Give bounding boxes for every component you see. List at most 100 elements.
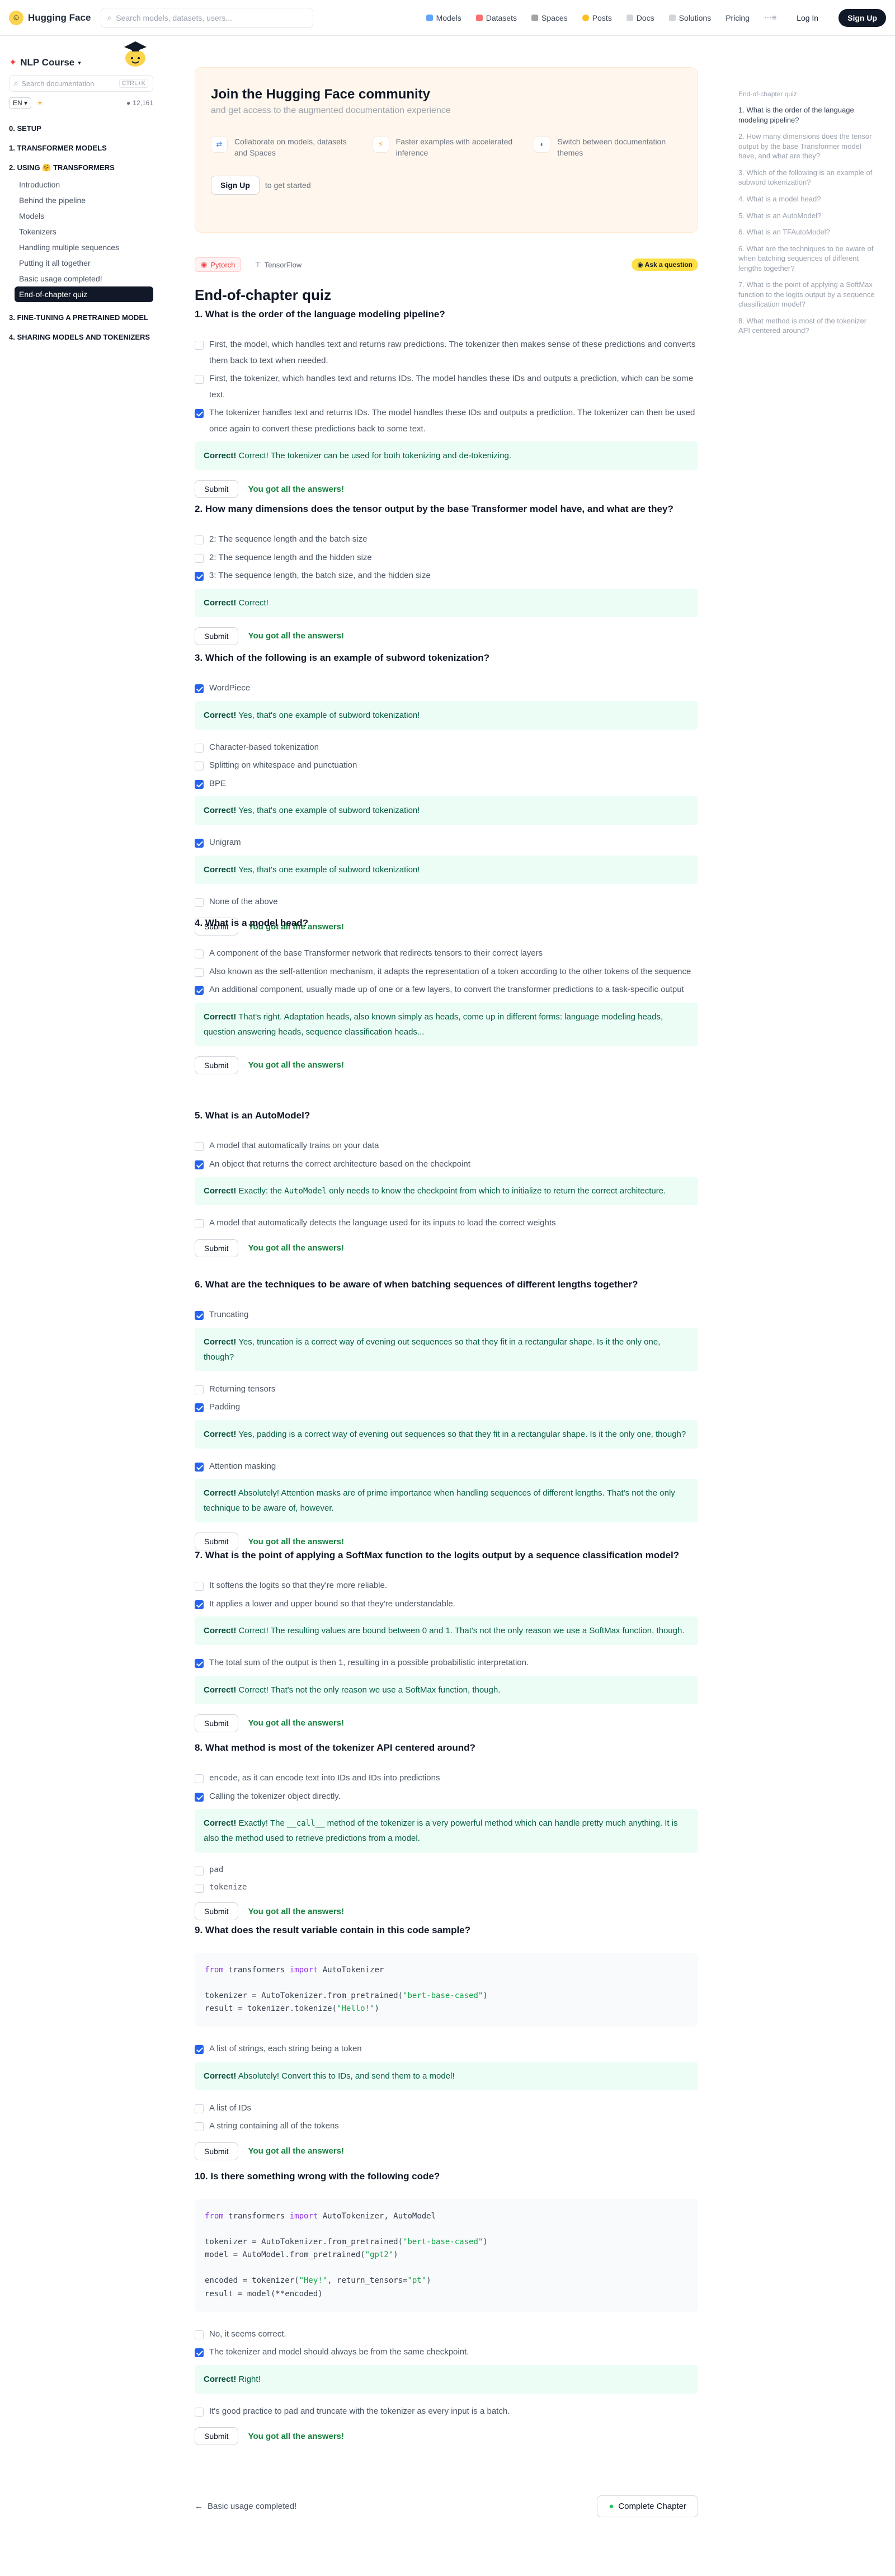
answer-option[interactable]: A component of the base Transformer netw… — [195, 946, 698, 962]
answer-option[interactable]: The total sum of the output is then 1, r… — [195, 1655, 698, 1671]
answer-option[interactable]: An additional component, usually made up… — [195, 982, 698, 998]
checkbox[interactable] — [195, 1867, 204, 1876]
checkbox[interactable] — [195, 1142, 204, 1151]
sidebar-section-transformer-models[interactable]: 1. TRANSFORMER MODELS — [9, 144, 153, 152]
answer-option[interactable]: First, the model, which handles text and… — [195, 337, 698, 369]
nav-docs[interactable]: Docs — [626, 13, 654, 22]
answer-option[interactable]: The tokenizer and model should always be… — [195, 2344, 698, 2361]
signup-button[interactable]: Sign Up — [839, 8, 886, 27]
checkbox[interactable] — [195, 341, 204, 350]
answer-option[interactable]: Also known as the self-attention mechani… — [195, 964, 698, 980]
sidebar-section-sharing[interactable]: 4. SHARING MODELS AND TOKENIZERS — [9, 333, 153, 341]
framework-pytorch-tab[interactable]: ◉ Pytorch — [195, 257, 242, 272]
nav-solutions[interactable]: Solutions — [668, 13, 711, 22]
sidebar-section-using-transformers[interactable]: 2. USING 🤗 TRANSFORMERS — [9, 163, 153, 172]
answer-option[interactable]: tokenize — [195, 1880, 698, 1895]
sidebar-item-quiz[interactable]: End-of-chapter quiz — [15, 286, 153, 302]
checkbox-checked[interactable] — [195, 572, 204, 581]
sidebar-item-tokenizers[interactable]: Tokenizers — [15, 224, 153, 239]
checkbox[interactable] — [195, 535, 204, 544]
toc-item[interactable]: 6. What is an TFAutoModel? — [738, 227, 878, 237]
sidebar-item-basic-usage[interactable]: Basic usage completed! — [15, 271, 153, 286]
submit-button[interactable]: Submit — [195, 2427, 238, 2446]
answer-option[interactable]: A list of IDs — [195, 2100, 698, 2117]
toc-item[interactable]: 8. What method is most of the tokenizer … — [738, 316, 878, 336]
answer-option[interactable]: 3: The sequence length, the batch size, … — [195, 568, 698, 584]
answer-option[interactable]: It applies a lower and upper bound so th… — [195, 1596, 698, 1613]
answer-option[interactable]: 2: The sequence length and the hidden si… — [195, 550, 698, 566]
checkbox-checked[interactable] — [195, 1792, 204, 1802]
submit-button[interactable]: Submit — [195, 2142, 238, 2160]
answer-option[interactable]: An object that returns the correct archi… — [195, 1157, 698, 1173]
toc-item[interactable]: 2. How many dimensions does the tensor o… — [738, 131, 878, 161]
checkbox[interactable] — [195, 2104, 204, 2113]
sidebar-item-putting-together[interactable]: Putting it all together — [15, 255, 153, 271]
submit-button[interactable]: Submit — [195, 1533, 238, 1550]
sidebar-section-setup[interactable]: 0. SETUP — [9, 124, 153, 133]
answer-option[interactable]: Padding — [195, 1399, 698, 1416]
answer-option[interactable]: First, the tokenizer, which handles text… — [195, 371, 698, 403]
checkbox[interactable] — [195, 2330, 204, 2339]
nav-datasets[interactable]: Datasets — [475, 13, 517, 22]
answer-option[interactable]: Returning tensors — [195, 1381, 698, 1398]
ask-question-button[interactable]: ◉ Ask a question — [632, 258, 698, 271]
toc-item[interactable]: 5. What is an AutoModel? — [738, 211, 878, 221]
hf-logo[interactable]: ☺ Hugging Face — [9, 10, 91, 25]
github-link[interactable]: ● 12,161 — [126, 99, 153, 107]
checkbox[interactable] — [195, 1774, 204, 1783]
checkbox-checked[interactable] — [195, 684, 204, 693]
answer-option[interactable]: It softens the logits so that they're mo… — [195, 1578, 698, 1594]
sidebar-item-behind-pipeline[interactable]: Behind the pipeline — [15, 192, 153, 208]
complete-chapter-button[interactable]: ● Complete Chapter — [597, 2495, 698, 2517]
answer-option[interactable]: No, it seems correct. — [195, 2326, 698, 2343]
toc-item[interactable]: 4. What is a model head? — [738, 194, 878, 204]
toc-item[interactable]: 7. What is the point of applying a SoftM… — [738, 280, 878, 309]
answer-option[interactable]: A model that automatically detects the l… — [195, 1215, 698, 1231]
checkbox-checked[interactable] — [195, 1600, 204, 1609]
language-select[interactable]: EN ▾ — [9, 97, 32, 109]
checkbox[interactable] — [195, 967, 204, 977]
answer-option[interactable]: Truncating — [195, 1307, 698, 1323]
checkbox-checked[interactable] — [195, 839, 204, 848]
answer-option[interactable]: 2: The sequence length and the batch siz… — [195, 532, 698, 548]
toc-item[interactable]: 1. What is the order of the language mod… — [738, 105, 878, 125]
checkbox[interactable] — [195, 897, 204, 907]
checkbox[interactable] — [195, 2122, 204, 2132]
checkbox-checked[interactable] — [195, 2045, 204, 2055]
answer-option[interactable]: Unigram — [195, 835, 698, 851]
theme-toggle-icon[interactable]: ☀ — [37, 99, 43, 107]
sidebar-item-models[interactable]: Models — [15, 208, 153, 224]
answer-option[interactable]: A model that automatically trains on you… — [195, 1138, 698, 1154]
toc-item[interactable]: 3. Which of the following is an example … — [738, 168, 878, 187]
checkbox-checked[interactable] — [195, 1160, 204, 1169]
community-signup-button[interactable]: Sign Up — [211, 175, 260, 195]
checkbox[interactable] — [195, 1385, 204, 1394]
submit-button[interactable]: Submit — [195, 627, 238, 645]
checkbox-checked[interactable] — [195, 1462, 204, 1472]
answer-option[interactable]: Character-based tokenization — [195, 740, 698, 756]
checkbox[interactable] — [195, 1219, 204, 1229]
answer-option[interactable]: A string containing all of the tokens — [195, 2118, 698, 2135]
checkbox-checked[interactable] — [195, 1659, 204, 1668]
checkbox[interactable] — [195, 761, 204, 770]
toc-header[interactable]: End-of-chapter quiz — [738, 90, 878, 98]
submit-button[interactable]: Submit — [195, 1902, 238, 1921]
checkbox[interactable] — [195, 949, 204, 958]
checkbox[interactable] — [195, 375, 204, 384]
answer-option[interactable]: pad — [195, 1863, 698, 1878]
nav-pricing[interactable]: Pricing — [726, 13, 750, 22]
answer-option[interactable]: None of the above — [195, 894, 698, 910]
checkbox[interactable] — [195, 743, 204, 753]
answer-option[interactable]: It's good practice to pad and truncate w… — [195, 2404, 698, 2420]
login-button[interactable]: Log In — [791, 10, 824, 26]
checkbox[interactable] — [195, 2407, 204, 2417]
checkbox[interactable] — [195, 553, 204, 563]
answer-option[interactable]: encode, as it can encode text into IDs a… — [195, 1770, 698, 1787]
framework-tensorflow-tab[interactable]: ⊤ TensorFlow — [249, 258, 307, 271]
toc-item[interactable]: 6. What are the techniques to be aware o… — [738, 244, 878, 274]
prev-page-link[interactable]: ← Basic usage completed! — [195, 2502, 296, 2511]
checkbox-checked[interactable] — [195, 409, 204, 418]
checkbox-checked[interactable] — [195, 779, 204, 789]
answer-option[interactable]: BPE — [195, 776, 698, 792]
docs-search-input[interactable]: ⌕ Search documentation CTRL+K — [9, 75, 153, 92]
